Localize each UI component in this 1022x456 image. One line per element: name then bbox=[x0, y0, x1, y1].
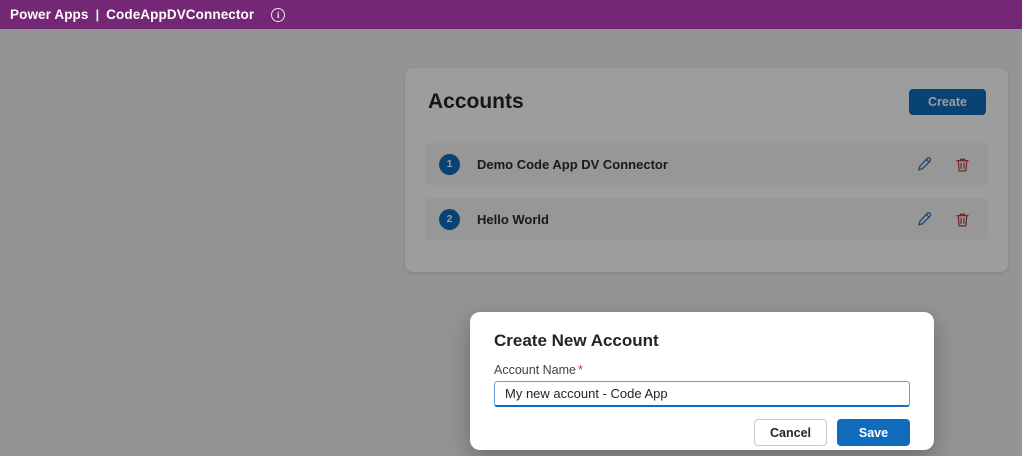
account-name-label: Account Name* bbox=[494, 363, 910, 377]
page-background: Accounts Create 1 Demo Code App DV Conne… bbox=[0, 29, 1022, 456]
dialog-title: Create New Account bbox=[494, 331, 910, 351]
dialog-buttons: Cancel Save bbox=[494, 419, 910, 446]
brand-separator: | bbox=[96, 7, 100, 22]
power-apps-brand: Power Apps bbox=[10, 7, 89, 22]
save-button[interactable]: Save bbox=[837, 419, 910, 446]
field-label-text: Account Name bbox=[494, 363, 576, 377]
app-title: CodeAppDVConnector bbox=[106, 7, 254, 22]
account-name-input[interactable] bbox=[494, 381, 910, 407]
app-header: Power Apps | CodeAppDVConnector i bbox=[0, 0, 1022, 29]
cancel-button[interactable]: Cancel bbox=[754, 419, 827, 446]
required-marker: * bbox=[578, 363, 583, 377]
power-apps-window: { "header": { "brand": "Power Apps", "se… bbox=[0, 0, 1022, 456]
info-icon[interactable]: i bbox=[271, 8, 285, 22]
create-account-dialog: Create New Account Account Name* Cancel … bbox=[470, 312, 934, 450]
